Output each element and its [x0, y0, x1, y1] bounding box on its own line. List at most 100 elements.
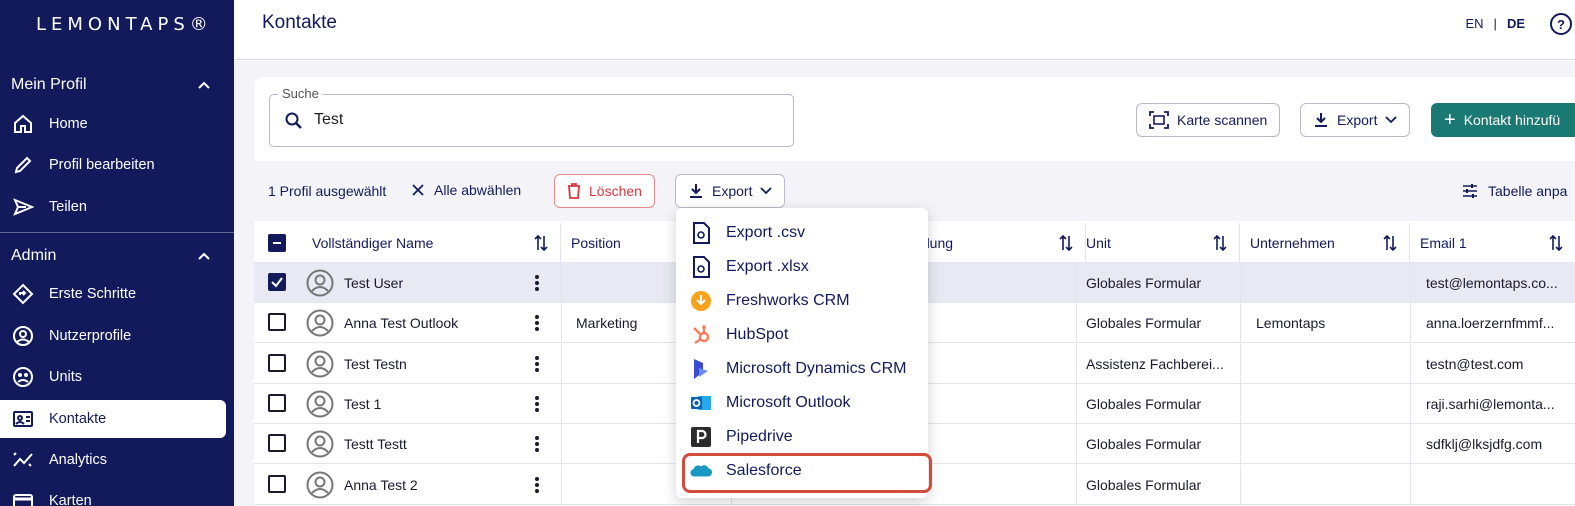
more-options-icon[interactable]	[534, 355, 540, 373]
scan-card-label: Karte scannen	[1177, 112, 1268, 128]
column-header-email[interactable]: Email 1	[1410, 223, 1567, 263]
more-options-icon[interactable]	[534, 435, 540, 453]
column-divider	[1076, 263, 1077, 303]
row-checkbox[interactable]	[268, 434, 286, 453]
sidebar-item-label: Teilen	[49, 199, 87, 215]
cell-unit: Globales Formular	[1086, 395, 1202, 412]
row-checkbox[interactable]	[268, 474, 286, 493]
search-field[interactable]: Suche Test	[269, 86, 794, 147]
sidebar-item-units[interactable]: Units	[0, 358, 226, 396]
sidebar-item-profil-bearbeiten[interactable]: Profil bearbeiten	[0, 146, 226, 184]
delete-button[interactable]: Löschen	[554, 174, 655, 208]
column-divider	[561, 424, 562, 465]
column-header-department[interactable]: bteilung	[904, 223, 1086, 263]
column-divider	[1240, 464, 1241, 505]
sidebar-item-analytics[interactable]: Analytics	[0, 441, 226, 479]
home-icon	[11, 112, 35, 136]
download-icon	[690, 184, 702, 198]
section-admin[interactable]: Admin	[11, 247, 211, 265]
plus-icon: +	[1444, 108, 1456, 131]
lang-en[interactable]: EN	[1465, 16, 1483, 31]
cell-company	[1256, 384, 1406, 424]
sidebar-item-label: Profil bearbeiten	[49, 157, 155, 173]
export-button[interactable]: Export	[1300, 103, 1411, 137]
page-title: Kontakte	[262, 12, 337, 33]
export-menu-item-hubspot[interactable]: HubSpot	[676, 318, 928, 352]
sort-icon[interactable]	[534, 234, 548, 252]
sidebar-item-home[interactable]: Home	[0, 105, 226, 143]
sort-icon[interactable]	[1059, 234, 1073, 252]
analytics-icon	[11, 448, 35, 472]
export-menu-item-csv[interactable]: Export .csv	[676, 216, 928, 250]
column-divider	[1410, 263, 1411, 303]
export-menu-item-freshworks[interactable]: Freshworks CRM	[676, 284, 928, 318]
column-divider	[1240, 343, 1241, 384]
deselect-all-button[interactable]: Alle abwählen	[412, 182, 521, 198]
cell-company	[1256, 465, 1406, 505]
sort-icon[interactable]	[1213, 234, 1227, 252]
chevron-down-icon	[760, 187, 773, 195]
cell-name: Test User	[344, 275, 404, 291]
more-options-icon[interactable]	[534, 395, 540, 413]
section-label: Admin	[11, 247, 57, 264]
export-menu-item-dynamics[interactable]: Microsoft Dynamics CRM	[676, 352, 928, 386]
chevron-up-icon	[198, 252, 210, 260]
sidebar-item-erste-schritte[interactable]: Erste Schritte	[0, 275, 226, 313]
menu-item-label: Export .xlsx	[726, 258, 809, 275]
sort-icon[interactable]	[1383, 234, 1397, 252]
avatar-icon	[306, 471, 334, 498]
dynamics-icon	[690, 358, 712, 380]
adjust-table-button[interactable]: Tabelle anpa	[1462, 183, 1567, 199]
export-menu-item-outlook[interactable]: Microsoft Outlook	[676, 386, 928, 420]
column-header-company[interactable]: Unternehmen	[1240, 223, 1410, 263]
section-label: Mein Profil	[11, 76, 87, 93]
more-options-icon[interactable]	[534, 314, 540, 332]
lang-de[interactable]: DE	[1507, 16, 1525, 31]
sidebar-item-kontakte[interactable]: Kontakte	[0, 400, 226, 438]
column-divider	[1076, 303, 1077, 344]
cell-name: Test 1	[344, 395, 382, 412]
column-divider	[1240, 383, 1241, 424]
avatar-icon	[306, 390, 334, 418]
scan-icon	[1149, 111, 1169, 129]
sidebar-item-karten[interactable]: Karten	[0, 482, 226, 506]
scan-card-button[interactable]: Karte scannen	[1136, 103, 1281, 137]
export-menu-item-xlsx[interactable]: Export .xlsx	[676, 250, 928, 284]
column-header-unit[interactable]: Unit	[1076, 223, 1240, 263]
salesforce-highlight	[682, 453, 932, 493]
column-divider	[1076, 383, 1077, 424]
row-checkbox[interactable]	[268, 313, 286, 332]
column-divider	[1410, 464, 1411, 505]
more-options-icon[interactable]	[534, 476, 540, 494]
export-label: Export	[1337, 112, 1378, 128]
selection-export-button[interactable]: Export	[675, 174, 786, 208]
cell-email	[1426, 465, 1575, 505]
cell-name: Anna Test 2	[344, 476, 418, 493]
sidebar-item-teilen[interactable]: Teilen	[0, 188, 226, 226]
more-options-icon[interactable]	[534, 274, 540, 292]
contacts-icon	[11, 407, 35, 431]
export-menu-item-pipedrive[interactable]: Pipedrive	[676, 420, 928, 454]
column-divider	[1410, 343, 1411, 384]
sort-icon[interactable]	[1549, 234, 1563, 252]
menu-item-label: Microsoft Outlook	[726, 394, 851, 411]
cell-email: testn@test.com	[1426, 355, 1524, 372]
row-checkbox[interactable]	[268, 353, 286, 372]
column-divider	[561, 464, 562, 505]
column-label: Email 1	[1420, 235, 1467, 251]
row-checkbox[interactable]	[268, 273, 286, 291]
sidebar-item-label: Nutzerprofile	[49, 328, 132, 344]
card-icon	[11, 489, 35, 506]
row-checkbox[interactable]	[268, 393, 286, 412]
add-contact-button[interactable]: + Kontakt hinzufü	[1431, 103, 1575, 137]
cell-company	[1256, 263, 1406, 303]
column-label: Unit	[1086, 235, 1111, 251]
avatar-icon	[306, 309, 334, 337]
column-header-name[interactable]: Vollständiger Name	[302, 223, 561, 263]
export-label: Export	[712, 183, 753, 199]
help-icon[interactable]: ?	[1550, 13, 1572, 35]
sidebar-item-nutzerprofile[interactable]: Nutzerprofile	[0, 317, 226, 355]
section-mein-profil[interactable]: Mein Profil	[11, 76, 211, 94]
select-all-checkbox[interactable]	[268, 234, 286, 252]
search-input[interactable]: Test	[314, 111, 343, 129]
